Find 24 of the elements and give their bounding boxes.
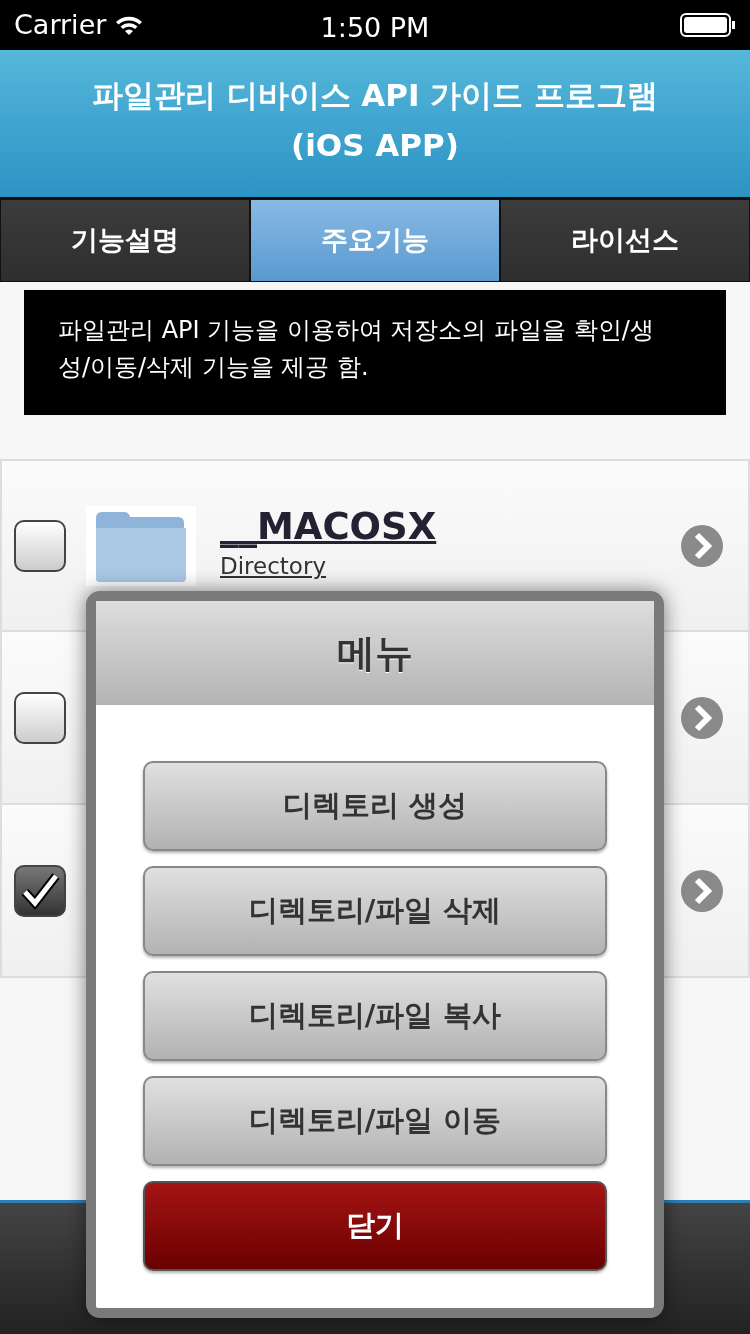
chevron-right-icon[interactable]: [680, 695, 724, 740]
chevron-right-icon[interactable]: [680, 868, 724, 913]
checkbox[interactable]: [14, 691, 66, 744]
chevron-right-icon[interactable]: [680, 523, 724, 568]
folder-icon: [86, 505, 196, 586]
file-type: Directory: [220, 552, 327, 582]
tab[interactable]: 기능설명: [0, 199, 250, 282]
menu-button[interactable]: 디렉토리/파일 삭제: [143, 866, 607, 956]
carrier-label: Carrier: [14, 7, 107, 42]
app-title: 파일관리 디바이스 API 가이드 프로그램: [90, 76, 660, 115]
clock-time: 1:50 PM: [320, 11, 430, 45]
checkbox[interactable]: [14, 864, 66, 917]
battery-icon: [680, 13, 736, 37]
menu-button[interactable]: 디렉토리/파일 복사: [143, 971, 607, 1061]
file-name-link[interactable]: __MACOSX: [220, 505, 437, 550]
checkbox[interactable]: [14, 519, 66, 572]
close-button[interactable]: 닫기: [143, 1181, 607, 1271]
tab[interactable]: 라이선스: [500, 199, 750, 282]
wifi-icon: [114, 14, 145, 36]
app-title: (iOS APP): [290, 126, 460, 165]
menu-button[interactable]: 디렉토리 생성: [143, 761, 607, 851]
description-text: 파일관리 API 기능을 이용하여 저장소의 파일을 확인/생성/이동/삭제 기능을 제공 함.: [24, 290, 726, 415]
dialog-title: 메뉴: [96, 601, 654, 705]
menu-button[interactable]: 디렉토리/파일 이동: [143, 1076, 607, 1166]
